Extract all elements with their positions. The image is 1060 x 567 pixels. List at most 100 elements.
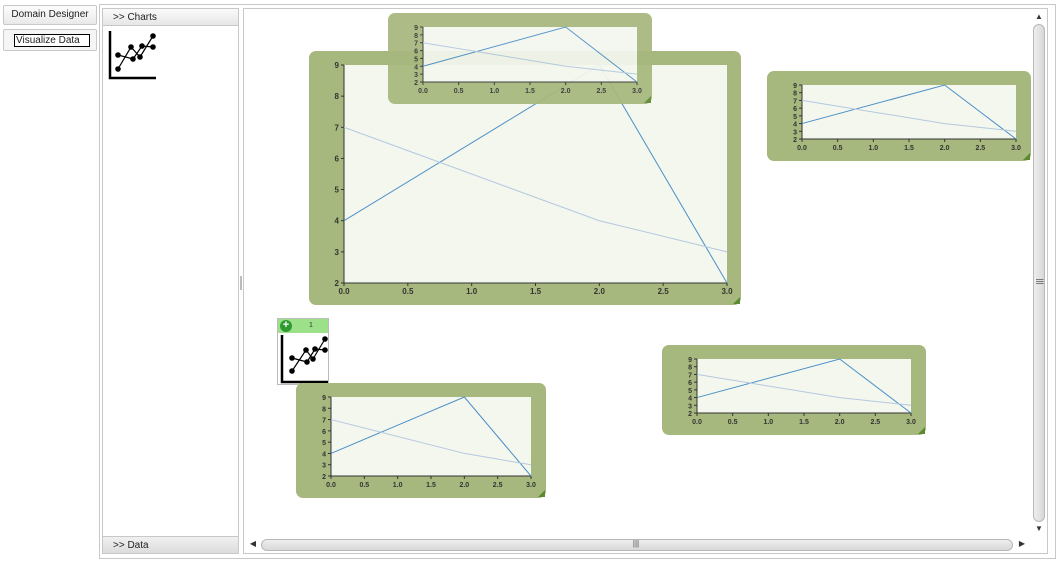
line-chart: 234567890.0 0.5 1.0 1.5 2.0 2.5 3.0 [662,345,926,435]
y-tick-label: 5 [335,186,340,195]
dashboard-canvas[interactable]: 2 3 4 5 6 7 8 9 0.0 0.5 1.0 1.5 2.0 2.5 3.0 2 3 4 5 6 7 8 9 0.0… [243,8,1048,554]
line-chart-icon [280,335,328,384]
y-tick-label: 8 [793,91,797,98]
x-tick-label: 1.0 [466,287,478,296]
add-plus-icon: + [280,320,292,332]
x-tick-label: 0.5 [728,419,738,426]
x-tick-label: 1.5 [426,482,436,489]
line-chart: 234567890.0 0.5 1.0 1.5 2.0 2.5 3.0 [388,13,652,104]
x-tick-label: 3.0 [906,419,916,426]
x-tick-label: 3.0 [1011,145,1021,152]
x-tick-label: 1.0 [763,419,773,426]
y-tick-label: 2 [793,137,797,144]
x-tick-label: 1.5 [799,419,809,426]
plot-area [331,397,531,476]
x-tick-label: 3.0 [632,88,642,95]
x-tick-label: 0.5 [833,145,843,152]
y-tick-label: 3 [414,72,418,79]
y-tick-label: 5 [793,114,797,121]
x-tick-label: 1.5 [530,287,542,296]
data-accordion-header[interactable]: >> Data [103,536,238,553]
horizontal-grip: ||| [632,539,640,548]
y-tick-label: 9 [414,25,418,32]
x-tick-label: 2.5 [658,287,670,296]
x-tick-label: 0.5 [402,287,414,296]
y-tick-label: 2 [414,80,418,87]
x-tick-label: 1.0 [489,88,499,95]
domain-designer-button[interactable]: Domain Designer [3,5,97,25]
chart-widget[interactable]: 2 3 4 5 6 7 8 9 0.0 0.5 1.0 1.5 2.0 2.5 3.0 [767,71,1031,161]
y-tick-label: 3 [793,129,797,136]
plot-area [697,359,911,413]
scroll-down-arrow-icon[interactable]: ▼ [1031,522,1047,536]
drag-item-header: + 1 [278,319,328,333]
vertical-scrollbar[interactable]: ▲ ||| ▼ [1031,10,1047,536]
y-tick-label: 6 [793,106,797,113]
x-tick-label: 2.0 [594,287,606,296]
x-tick-label: 0.0 [797,145,807,152]
x-tick-label: 2.5 [975,145,985,152]
x-tick-label: 2.5 [596,88,606,95]
charts-accordion-header[interactable]: >> Charts [103,9,238,26]
y-tick-label: 9 [335,61,340,70]
x-tick-label: 0.0 [692,419,702,426]
drag-count: 1 [309,322,313,329]
x-tick-label: 0.5 [454,88,464,95]
x-tick-label: 0.0 [418,88,428,95]
plot-area [802,85,1016,139]
y-tick-label: 7 [322,418,326,425]
y-tick-label: 7 [335,123,340,132]
y-tick-label: 6 [322,429,326,436]
y-tick-label: 6 [414,49,418,56]
y-tick-label: 2 [688,411,692,418]
y-tick-label: 8 [688,365,692,372]
y-tick-label: 3 [688,403,692,410]
horizontal-scroll-thumb[interactable]: ||| [261,539,1013,551]
y-tick-label: 3 [322,463,326,470]
line-chart: 234567890.0 0.5 1.0 1.5 2.0 2.5 3.0 [296,383,546,498]
x-tick-label: 1.5 [904,145,914,152]
y-tick-label: 6 [688,380,692,387]
x-tick-label: 0.5 [359,482,369,489]
y-tick-label: 7 [414,41,418,48]
x-tick-label: 3.0 [721,287,733,296]
y-tick-label: 8 [335,92,340,101]
scroll-up-arrow-icon[interactable]: ▲ [1031,10,1047,24]
line-chart-tool-icon[interactable] [107,29,157,81]
chart-widget[interactable]: 2 3 4 5 6 7 8 9 0.0 0.5 1.0 1.5 2.0 2.5 3.0 [662,345,926,435]
y-tick-label: 7 [688,372,692,379]
y-tick-label: 8 [322,406,326,413]
x-tick-label: 3.0 [526,482,536,489]
chart-palette: >> Charts >> Data [102,8,239,554]
x-tick-label: 2.0 [835,419,845,426]
y-tick-label: 5 [688,388,692,395]
plot-area [423,27,637,82]
x-tick-label: 1.0 [393,482,403,489]
vertical-grip: ||| [1035,278,1045,285]
line-chart: 234567890.0 0.5 1.0 1.5 2.0 2.5 3.0 [767,71,1031,161]
y-tick-label: 9 [322,395,326,402]
x-tick-label: 2.5 [870,419,880,426]
chart-widget[interactable]: 2 3 4 5 6 7 8 9 0.0 0.5 1.0 1.5 2.0 2.5 3.0 [388,13,652,104]
horizontal-scrollbar[interactable]: ◀ ||| ▶ [245,537,1030,552]
visualize-data-label: Visualize Data [14,34,90,47]
scroll-right-arrow-icon[interactable]: ▶ [1014,537,1030,551]
x-tick-label: 1.0 [868,145,878,152]
y-tick-label: 4 [414,64,418,71]
y-tick-label: 9 [793,83,797,90]
y-tick-label: 5 [322,440,326,447]
vertical-scroll-thumb[interactable]: ||| [1033,24,1045,522]
x-tick-label: 2.5 [493,482,503,489]
left-nav: Domain Designer Visualize Data [0,0,98,567]
dragged-chart-item[interactable]: + 1 [277,318,329,385]
y-tick-label: 2 [322,474,326,481]
y-tick-label: 6 [335,154,340,163]
x-tick-label: 2.0 [561,88,571,95]
x-tick-label: 2.0 [940,145,950,152]
panel-splitter[interactable] [240,276,242,290]
y-tick-label: 3 [335,248,340,257]
scroll-left-arrow-icon[interactable]: ◀ [245,537,261,551]
visualize-data-button[interactable]: Visualize Data [3,29,97,51]
y-tick-label: 4 [335,217,340,226]
chart-widget[interactable]: 2 3 4 5 6 7 8 9 0.0 0.5 1.0 1.5 2.0 2.5 3.0 [296,383,546,498]
